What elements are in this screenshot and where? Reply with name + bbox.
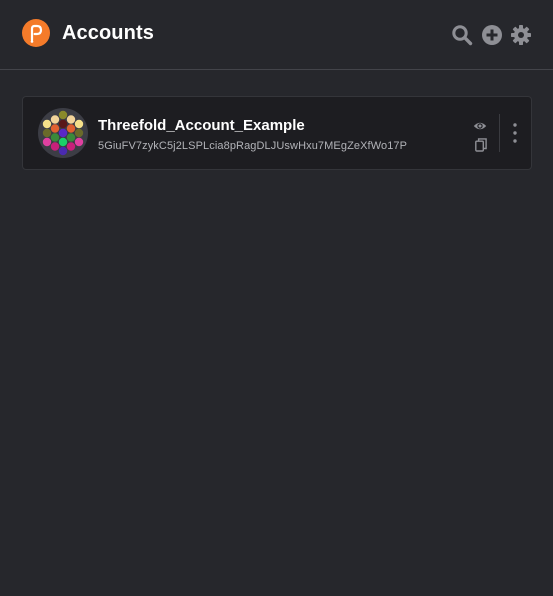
eye-icon[interactable] <box>473 120 487 132</box>
account-identicon <box>38 108 88 158</box>
page-title: Accounts <box>62 22 154 44</box>
plus-circle-icon[interactable] <box>481 24 503 46</box>
more-vertical-icon[interactable] <box>510 122 520 144</box>
account-card[interactable]: Threefold_Account_Example 5GiuFV7zykC5j2… <box>22 96 532 170</box>
account-address: 5GiuFV7zykC5j2LSPLcia8pRagDLJUswHxu7MEgZ… <box>98 140 408 152</box>
polkadot-logo-icon <box>22 19 50 47</box>
copy-icon[interactable] <box>475 138 487 152</box>
card-divider <box>499 114 500 152</box>
header-bar: Accounts <box>0 0 553 70</box>
extension-popup: Accounts Threefold_Account_Example 5GiuF… <box>0 0 553 596</box>
search-icon[interactable] <box>451 24 473 46</box>
gear-icon[interactable] <box>510 24 532 46</box>
account-name: Threefold_Account_Example <box>98 117 305 134</box>
